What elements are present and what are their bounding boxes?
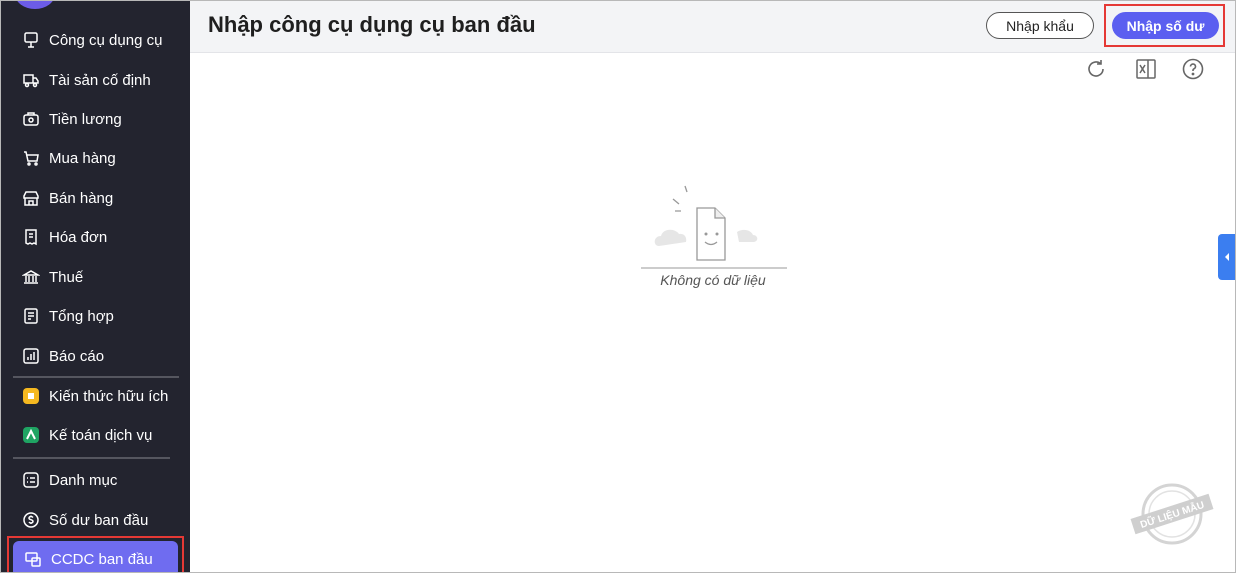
sidebar-item-initial-tools[interactable]: CCDC ban đầu [13,541,178,572]
salary-bag-icon [21,109,41,129]
empty-state-text: Không có dữ liệu [660,272,766,288]
store-icon [21,188,41,208]
tools-icon [21,30,41,50]
excel-export-icon[interactable] [1133,56,1159,82]
sidebar-item-label: Thuế [49,268,84,286]
sidebar-item-label: Danh mục [49,471,118,489]
invoice-icon [21,227,41,247]
sidebar-item-opening-balance[interactable]: Số dư ban đầu [11,502,179,538]
sidebar-divider [13,457,170,459]
catalog-icon [21,470,41,490]
sidebar-item-salary[interactable]: Tiền lương [11,101,179,137]
sidebar-item-label: Kiến thức hữu ích [49,387,169,405]
opening-balance-icon [21,510,41,530]
sidebar-item-label: Kế toán dịch vụ [49,426,153,444]
sidebar: Công cụ dụng cụ Tài sản cố định Tiền lươ… [1,1,190,572]
sidebar-item-tools[interactable]: Công cụ dụng cụ [11,22,179,58]
sample-data-watermark: DỮ LIỆU MẪU [1129,481,1215,547]
help-icon[interactable] [1180,56,1206,82]
sidebar-item-knowledge[interactable]: Kiến thức hữu ích [11,378,179,414]
sidebar-item-sales[interactable]: Bán hàng [11,180,179,216]
empty-state-illustration [639,184,789,274]
sidebar-item-label: Công cụ dụng cụ [49,31,163,49]
enter-balance-button[interactable]: Nhập số dư [1112,12,1219,39]
report-chart-icon [21,346,41,366]
sidebar-item-label: Mua hàng [49,149,116,167]
refresh-icon[interactable] [1083,56,1109,82]
app-window: Công cụ dụng cụ Tài sản cố định Tiền lươ… [0,0,1236,573]
sidebar-item-label: Tiền lương [49,110,122,128]
sidebar-item-label: Số dư ban đầu [49,511,149,529]
sidebar-item-invoice[interactable]: Hóa đơn [11,219,179,255]
sidebar-item-label: Tổng hợp [49,307,114,325]
cart-icon [21,148,41,168]
sidebar-item-reports[interactable]: Báo cáo [11,338,179,374]
sidebar-item-accounting-service[interactable]: Kế toán dịch vụ [11,417,179,453]
sidebar-item-label: CCDC ban đầu [51,550,153,568]
sidebar-item-purchase[interactable]: Mua hàng [11,140,179,176]
sidebar-item-label: Báo cáo [49,347,105,365]
summary-icon [21,306,41,326]
truck-icon [21,70,41,90]
bank-icon [21,267,41,287]
sidebar-item-tax[interactable]: Thuế [11,259,179,295]
knowledge-icon [21,386,41,406]
sidebar-item-label: Tài sản cố định [49,71,151,89]
chevron-left-icon [1225,253,1229,261]
accounting-service-icon [21,425,41,445]
sidebar-item-label: Hóa đơn [49,228,108,246]
app-logo[interactable] [15,1,55,9]
sidebar-item-fixed-assets[interactable]: Tài sản cố định [11,62,179,98]
initial-tools-icon [23,549,43,569]
panel-toggle-tab[interactable] [1218,234,1235,280]
page-header: Nhập công cụ dụng cụ ban đầu Nhập khẩu N… [190,1,1235,53]
sidebar-item-catalog[interactable]: Danh mục [11,462,179,498]
sidebar-item-summary[interactable]: Tổng hợp [11,298,179,334]
import-button[interactable]: Nhập khẩu [986,12,1094,39]
sidebar-item-label: Bán hàng [49,189,114,207]
page-title: Nhập công cụ dụng cụ ban đầu [208,12,536,37]
